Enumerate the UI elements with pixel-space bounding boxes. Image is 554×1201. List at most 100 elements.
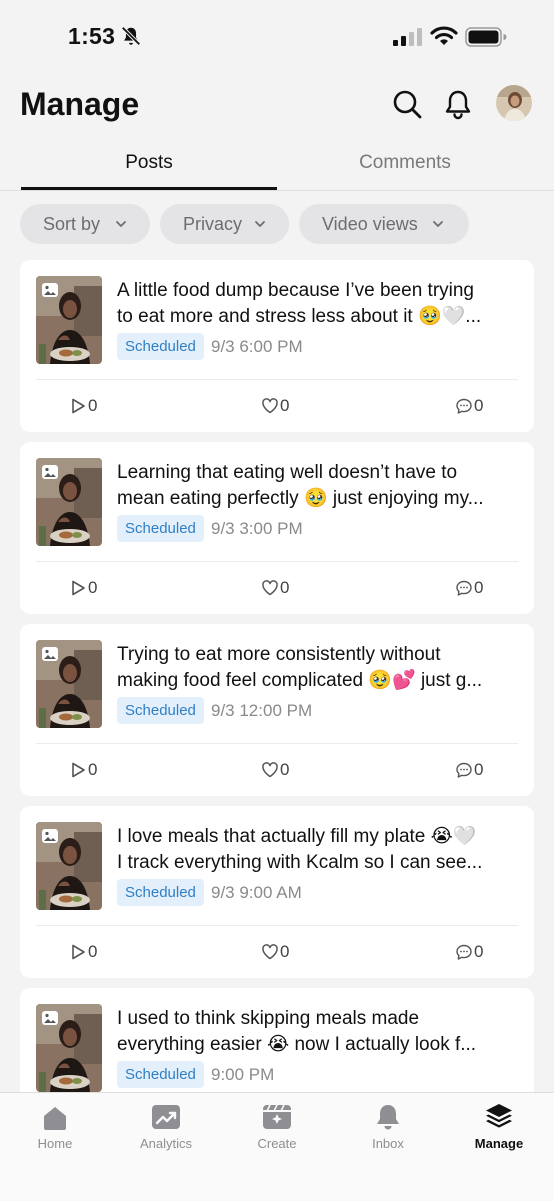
tab-comments[interactable]: Comments <box>277 145 533 187</box>
chevron-down-icon <box>116 221 126 227</box>
nav-inbox-label: Inbox <box>372 1136 404 1151</box>
nav-create-label: Create <box>257 1136 297 1151</box>
scheduled-time: 9/3 6:00 PM <box>211 337 303 356</box>
image-post-icon <box>42 465 58 479</box>
post-caption: I used to think skipping meals made ever… <box>117 1006 521 1058</box>
privacy-label: Privacy <box>183 214 243 234</box>
caption-line-1: Trying to eat more consistently without <box>117 644 441 665</box>
nav-home[interactable]: Home <box>0 1103 110 1163</box>
post-caption: A little food dump because I’ve been try… <box>117 278 521 330</box>
scheduled-badge: Scheduled <box>117 1061 204 1088</box>
scheduled-time: 9/3 3:00 PM <box>211 519 303 538</box>
caption-line-2: everything easier 😭 now I actually look … <box>117 1034 477 1055</box>
heart-icon <box>262 944 278 960</box>
tab-bar: Posts Comments <box>0 145 554 191</box>
views-count: 0 <box>88 760 98 779</box>
status-time: 1:53 <box>68 23 116 49</box>
chevron-down-icon <box>433 221 443 227</box>
wifi-icon <box>430 26 458 45</box>
nav-analytics-label: Analytics <box>139 1136 193 1151</box>
divider <box>36 743 518 744</box>
video-views-filter[interactable]: Video views <box>299 204 469 244</box>
filter-bar: Sort by Privacy Video views <box>0 204 554 246</box>
post-thumbnail[interactable] <box>36 276 102 364</box>
nav-home-label: Home <box>37 1136 73 1151</box>
notifications-bell-icon[interactable] <box>441 87 475 121</box>
comments-count: 0 <box>474 578 484 597</box>
caption-line-1: A little food dump because I’ve been try… <box>117 280 475 301</box>
image-post-icon <box>42 829 58 843</box>
manage-icon <box>486 1104 512 1128</box>
inbox-icon <box>377 1105 399 1130</box>
divider <box>36 925 518 926</box>
play-icon <box>72 398 85 414</box>
play-icon <box>72 580 85 596</box>
image-post-icon <box>42 1011 58 1025</box>
caption-line-1: Learning that eating well doesn’t have t… <box>117 462 458 483</box>
image-post-icon <box>42 647 58 661</box>
scheduled-badge: Scheduled <box>117 697 204 724</box>
views-count: 0 <box>88 942 98 961</box>
comment-icon <box>456 944 472 960</box>
image-post-icon <box>42 283 58 297</box>
create-icon <box>263 1104 291 1129</box>
comments-count: 0 <box>474 942 484 961</box>
play-icon <box>72 762 85 778</box>
nav-inbox[interactable]: Inbox <box>333 1103 443 1163</box>
nav-manage-label: Manage <box>474 1136 524 1151</box>
post-thumbnail[interactable] <box>36 1004 102 1092</box>
privacy-filter[interactable]: Privacy <box>160 204 289 244</box>
views-count: 0 <box>88 578 98 597</box>
heart-icon <box>262 398 278 414</box>
heart-icon <box>262 580 278 596</box>
post-card[interactable]: Learning that eating well doesn’t have t… <box>20 442 534 614</box>
post-caption: I love meals that actually fill my plate… <box>117 824 521 876</box>
likes-count: 0 <box>280 942 290 961</box>
chevron-down-icon <box>255 221 265 227</box>
post-card[interactable]: I used to think skipping meals made ever… <box>20 988 534 1092</box>
page-title: Manage <box>20 86 140 122</box>
post-thumbnail[interactable] <box>36 458 102 546</box>
heart-icon <box>262 762 278 778</box>
video-views-label: Video views <box>322 214 418 234</box>
scheduled-time: 9/3 12:00 PM <box>211 701 313 720</box>
post-card[interactable]: I love meals that actually fill my plate… <box>20 806 534 978</box>
post-card[interactable]: Trying to eat more consistently without … <box>20 624 534 796</box>
caption-line-2: making food feel complicated 🥹💕 just g..… <box>117 670 483 691</box>
comment-icon <box>456 580 472 596</box>
likes-count: 0 <box>280 760 290 779</box>
scheduled-badge: Scheduled <box>117 879 204 906</box>
nav-manage[interactable]: Manage <box>444 1103 554 1163</box>
profile-avatar[interactable] <box>496 85 532 121</box>
tab-posts[interactable]: Posts <box>21 145 277 190</box>
comments-count: 0 <box>474 396 484 415</box>
comment-icon <box>456 762 472 778</box>
post-card[interactable]: A little food dump because I’ve been try… <box>20 260 534 432</box>
search-icon[interactable] <box>390 87 424 121</box>
posts-list: A little food dump because I’ve been try… <box>0 260 554 1092</box>
home-icon <box>44 1107 66 1130</box>
sort-by-label: Sort by <box>43 214 101 234</box>
likes-count: 0 <box>280 396 290 415</box>
nav-create[interactable]: Create <box>222 1103 332 1163</box>
caption-line-2: mean eating perfectly 🥹 just enjoying my… <box>117 488 484 509</box>
post-thumbnail[interactable] <box>36 822 102 910</box>
analytics-icon <box>152 1105 180 1129</box>
sort-by-filter[interactable]: Sort by <box>20 204 150 244</box>
divider <box>36 379 518 380</box>
page-header: Manage <box>0 75 554 145</box>
likes-count: 0 <box>280 578 290 597</box>
caption-line-2: I track everything with Kcalm so I can s… <box>117 852 483 873</box>
post-caption: Trying to eat more consistently without … <box>117 642 521 694</box>
post-caption: Learning that eating well doesn’t have t… <box>117 460 521 512</box>
caption-line-1: I love meals that actually fill my plate… <box>117 826 477 847</box>
comments-count: 0 <box>474 760 484 779</box>
comment-icon <box>456 398 472 414</box>
nav-analytics[interactable]: Analytics <box>111 1103 221 1163</box>
caption-line-1: I used to think skipping meals made <box>117 1008 420 1029</box>
post-thumbnail[interactable] <box>36 640 102 728</box>
caption-line-2: to eat more and stress less about it 🥹🤍.… <box>117 306 482 327</box>
status-bar: 1:53 <box>0 0 554 75</box>
cellular-signal-icon <box>393 28 422 46</box>
scheduled-badge: Scheduled <box>117 515 204 542</box>
